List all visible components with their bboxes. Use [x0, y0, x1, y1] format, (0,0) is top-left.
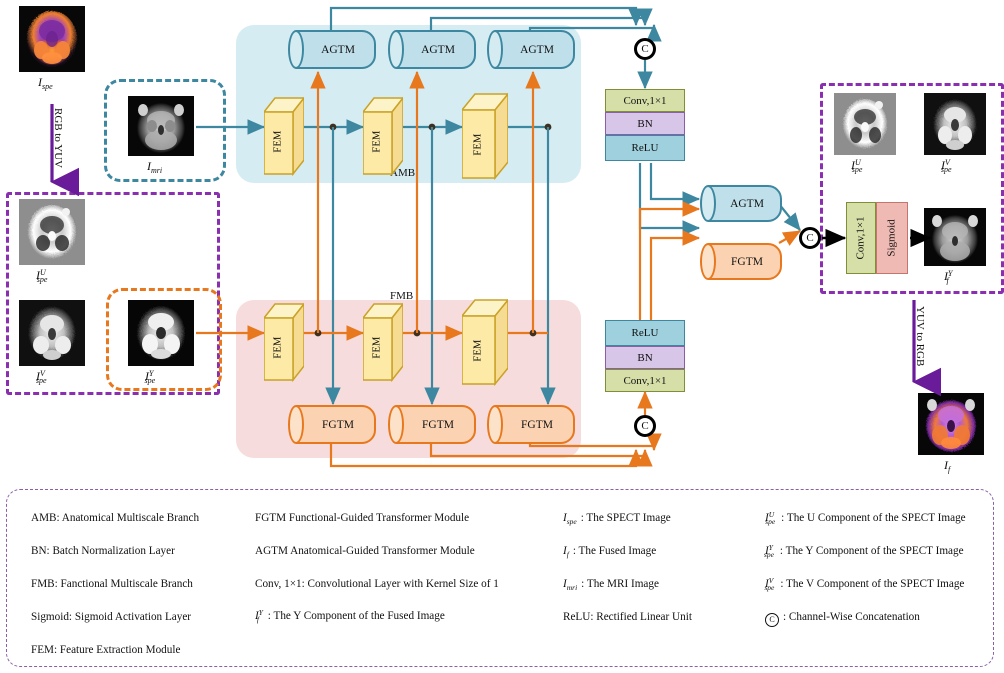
- fgtm-label: FGTM: [731, 255, 763, 268]
- fem-amb-1[interactable]: FEM: [262, 95, 306, 177]
- legend-item-u-comp: IUspe: The U Component of the SPECT Imag…: [765, 510, 966, 526]
- fgtm-2[interactable]: FGTM: [388, 405, 476, 444]
- agtm-label: AGTM: [421, 43, 455, 56]
- agtm-3[interactable]: AGTM: [487, 30, 575, 69]
- sym-sub: spe: [763, 550, 774, 559]
- fem-label: FEM: [472, 132, 484, 156]
- concat-node-center[interactable]: C: [799, 227, 821, 249]
- fgtm-3[interactable]: FGTM: [487, 405, 575, 444]
- sym-desc: : The U Component of the SPECT Image: [781, 512, 966, 524]
- legend-item-agtm: AGTM Anatomical-Guided Transformer Modul…: [255, 545, 475, 557]
- legend-sym-sub: f: [256, 615, 259, 624]
- caption-spect: Ispe: [38, 75, 53, 91]
- sym-sub: spe: [764, 583, 775, 592]
- fgtm-fusion[interactable]: FGTM: [700, 243, 782, 280]
- concat-desc: : Channel-Wise Concatenation: [783, 611, 920, 623]
- fem-label: FEM: [371, 129, 383, 153]
- fem-label: FEM: [371, 335, 383, 359]
- image-fused: [918, 393, 984, 455]
- legend-item-amb: AMB: Anatomical Multiscale Branch: [31, 512, 200, 524]
- fem-fmb-3[interactable]: FEM: [460, 297, 510, 387]
- agtm-label: AGTM: [520, 43, 554, 56]
- legend-item-y-comp: IYspe: The Y Component of the SPECT Imag…: [763, 543, 964, 559]
- legend-item-fused-y: IYf : The Y Component of the Fused Image: [255, 608, 445, 624]
- fgtm-label: FGTM: [422, 418, 454, 431]
- fem-fmb-1[interactable]: FEM: [262, 301, 306, 383]
- conv-block-bottom[interactable]: Conv,1×1: [605, 369, 685, 392]
- group-spect-y-input: [106, 288, 222, 391]
- fem-amb-3[interactable]: FEM: [460, 91, 510, 181]
- group-mri-input: [104, 79, 226, 182]
- fem-label: FEM: [272, 129, 284, 153]
- diagram-canvas: Ispe Imri IUspe IVspe IYspe IUspe IVspe …: [0, 0, 1004, 673]
- sigmoid-block[interactable]: Sigmoid: [876, 202, 908, 274]
- label-rgb-to-yuv: RGB to YUV: [52, 108, 64, 169]
- fem-label: FEM: [472, 338, 484, 362]
- conv-label: Conv,1×1: [855, 216, 868, 260]
- agtm-label: AGTM: [730, 197, 764, 210]
- conv-block-top[interactable]: Conv,1×1: [605, 89, 685, 112]
- legend-item-bn: BN: Batch Normalization Layer: [31, 545, 175, 557]
- bn-block-bottom[interactable]: BN: [605, 346, 685, 369]
- fem-amb-2[interactable]: FEM: [361, 95, 405, 177]
- concat-icon: C: [765, 613, 779, 627]
- fgtm-1[interactable]: FGTM: [288, 405, 376, 444]
- legend-item-fgtm: FGTM Functional-Guided Transformer Modul…: [255, 512, 470, 524]
- caption-fused: If: [944, 458, 951, 474]
- legend-item-mri: Imri: The MRI Image: [563, 578, 659, 592]
- sym-sub: mri: [566, 583, 578, 592]
- fgtm-label: FGTM: [521, 418, 553, 431]
- conv-block-output[interactable]: Conv,1×1: [846, 202, 876, 274]
- legend-item-relu: ReLU: Rectified Linear Unit: [563, 611, 692, 623]
- concat-node-top[interactable]: C: [634, 38, 656, 60]
- fgtm-label: FGTM: [322, 418, 354, 431]
- legend-item-fused-image: If: The Fused Image: [563, 545, 656, 559]
- fem-label: FEM: [272, 335, 284, 359]
- legend-sym-desc: : The Y Component of the Fused Image: [267, 610, 445, 622]
- region-fmb-label: FMB: [390, 290, 414, 302]
- relu-block-top[interactable]: ReLU: [605, 135, 685, 161]
- sym-desc: : The MRI Image: [581, 578, 659, 590]
- legend-item-v-comp: IVspe: The V Component of the SPECT Imag…: [764, 576, 965, 592]
- legend-item-fem: FEM: Feature Extraction Module: [31, 644, 181, 656]
- legend-sym-sup: Y: [258, 608, 263, 617]
- sym-sub: f: [566, 550, 569, 559]
- sym-desc: : The SPECT Image: [580, 512, 671, 524]
- agtm-fusion[interactable]: AGTM: [700, 185, 782, 222]
- sym-sub: spe: [765, 517, 776, 526]
- legend-item-concat: C : Channel-Wise Concatenation: [765, 611, 920, 627]
- sym-desc: : The Y Component of the SPECT Image: [779, 545, 964, 557]
- agtm-1[interactable]: AGTM: [288, 30, 376, 69]
- sym-desc: : The V Component of the SPECT Image: [780, 578, 965, 590]
- legend-item-spect: Ispe: The SPECT Image: [563, 512, 671, 526]
- legend-item-conv: Conv, 1×1: Convolutional Layer with Kern…: [255, 578, 499, 590]
- agtm-label: AGTM: [321, 43, 355, 56]
- agtm-2[interactable]: AGTM: [388, 30, 476, 69]
- legend-item-fmb: FMB: Fanctional Multiscale Branch: [31, 578, 193, 590]
- image-spect: [19, 6, 85, 72]
- relu-block-bottom[interactable]: ReLU: [605, 320, 685, 346]
- legend-item-sigmoid: Sigmoid: Sigmoid Activation Layer: [31, 611, 192, 623]
- bn-block-top[interactable]: BN: [605, 112, 685, 135]
- sigmoid-label: Sigmoid: [886, 219, 899, 257]
- fem-fmb-2[interactable]: FEM: [361, 301, 405, 383]
- sym-sub: spe: [566, 517, 577, 526]
- legend-panel: AMB: Anatomical Multiscale Branch BN: Ba…: [6, 489, 994, 667]
- label-yuv-to-rgb: YUV to RGB: [914, 306, 926, 367]
- concat-node-bottom[interactable]: C: [634, 415, 656, 437]
- sym-desc: : The Fused Image: [572, 545, 657, 557]
